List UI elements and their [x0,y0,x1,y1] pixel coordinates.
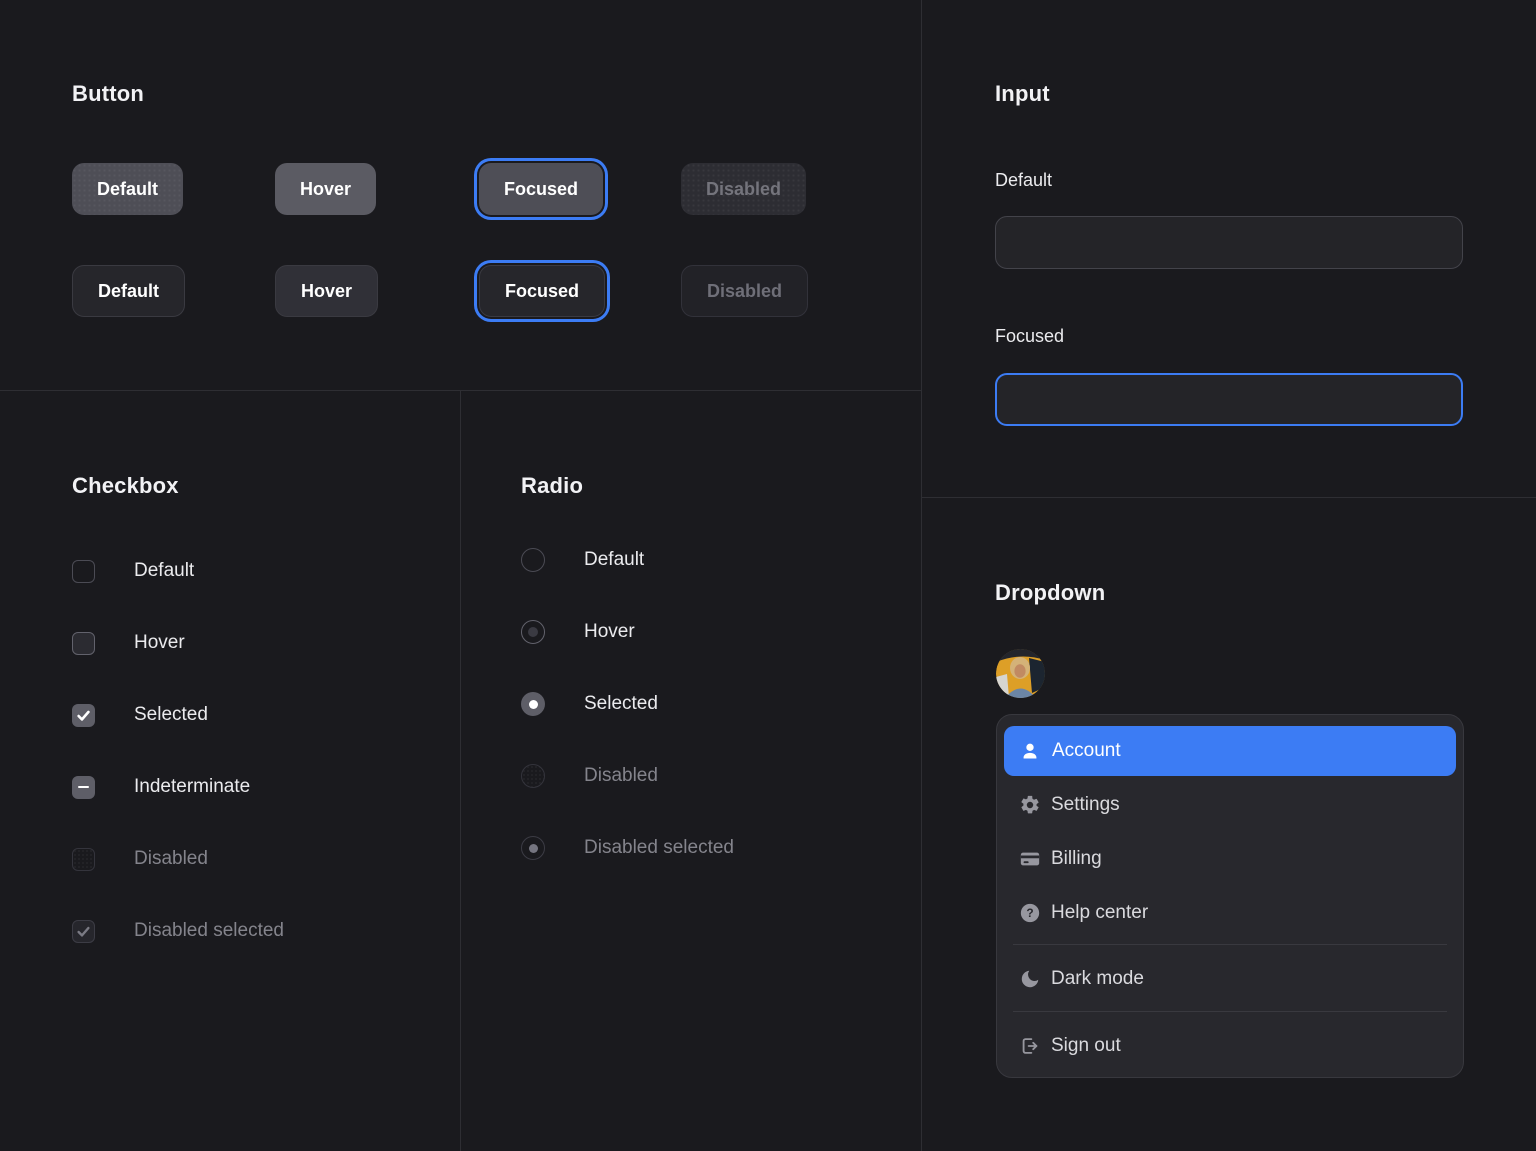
dropdown-section-title: Dropdown [995,580,1105,606]
button-secondary-hover[interactable]: Hover [275,265,378,317]
checkbox-label: Selected [134,704,208,726]
checkbox-disabled-selected [72,920,95,943]
radio-disabled-selected [521,836,545,860]
vertical-divider-checkbox-radio [460,390,461,1151]
input-default-label: Default [995,170,1052,191]
svg-text:?: ? [1026,906,1033,920]
menu-item-label: Dark mode [1051,968,1144,990]
menu-item-label: Billing [1051,848,1102,870]
button-primary-disabled: Disabled [681,163,806,215]
radio-label: Disabled [584,765,658,787]
menu-item-account[interactable]: Account [1004,726,1456,776]
radio-dot [528,627,538,637]
gear-icon [1019,794,1041,816]
user-icon [1019,740,1041,762]
button-secondary-focused[interactable]: Focused [479,265,605,317]
vertical-divider-main [921,0,922,1151]
radio-dot [529,700,538,709]
checkmark-icon [76,708,91,723]
radio-hover[interactable] [521,620,545,644]
radio-label: Default [584,549,644,571]
moon-icon [1019,968,1041,990]
radio-label: Selected [584,693,658,715]
text-input-default[interactable] [995,216,1463,269]
user-avatar[interactable] [996,649,1045,698]
radio-row-selected: Selected [521,691,658,717]
checkbox-row-hover: Hover [72,630,185,656]
credit-card-icon [1019,848,1041,870]
button-secondary-disabled: Disabled [681,265,808,317]
radio-selected[interactable] [521,692,545,716]
checkbox-label: Indeterminate [134,776,250,798]
checkbox-disabled [72,848,95,871]
input-focused-label: Focused [995,326,1064,347]
menu-divider [1013,1011,1447,1012]
radio-row-disabled: Disabled [521,763,658,789]
checkbox-row-disabled: Disabled [72,846,208,872]
radio-row-disabled-selected: Disabled selected [521,835,734,861]
button-section-title: Button [72,81,144,107]
input-section-title: Input [995,81,1050,107]
radio-section-title: Radio [521,473,583,499]
radio-disabled [521,764,545,788]
menu-item-dark-mode[interactable]: Dark mode [997,952,1463,1006]
checkmark-icon [76,924,91,939]
checkbox-row-disabled-selected: Disabled selected [72,918,284,944]
menu-item-label: Settings [1051,794,1120,816]
radio-default[interactable] [521,548,545,572]
text-input-focused[interactable] [995,373,1463,426]
menu-item-billing[interactable]: Billing [997,832,1463,886]
checkbox-row-selected: Selected [72,702,208,728]
radio-label: Hover [584,621,635,643]
avatar-image [996,649,1045,698]
button-primary-hover[interactable]: Hover [275,163,376,215]
menu-item-label: Help center [1051,902,1148,924]
menu-item-help-center[interactable]: ? Help center [997,886,1463,940]
button-primary-default[interactable]: Default [72,163,183,215]
sign-out-icon [1019,1035,1041,1057]
checkbox-label: Disabled selected [134,920,284,942]
button-primary-focused[interactable]: Focused [479,163,603,215]
checkbox-section-title: Checkbox [72,473,179,499]
radio-dot [529,844,538,853]
checkbox-row-default: Default [72,558,194,584]
checkbox-indeterminate[interactable] [72,776,95,799]
radio-label: Disabled selected [584,837,734,859]
radio-row-hover: Hover [521,619,635,645]
checkbox-hover[interactable] [72,632,95,655]
horizontal-divider-right [921,497,1536,498]
menu-item-label: Account [1052,740,1121,762]
indeterminate-dash-icon [78,786,89,789]
checkbox-label: Disabled [134,848,208,870]
button-secondary-default[interactable]: Default [72,265,185,317]
menu-item-label: Sign out [1051,1035,1121,1057]
menu-item-settings[interactable]: Settings [997,778,1463,832]
checkbox-row-indeterminate: Indeterminate [72,774,250,800]
menu-divider [1013,944,1447,945]
checkbox-label: Default [134,560,194,582]
dropdown-menu: Account Settings Billing ? Help center D… [996,714,1464,1078]
help-icon: ? [1019,902,1041,924]
menu-item-sign-out[interactable]: Sign out [997,1019,1463,1073]
component-showcase: { "colors": { "accent": "#3c7cf4", "page… [0,0,1536,1151]
checkbox-default[interactable] [72,560,95,583]
checkbox-selected[interactable] [72,704,95,727]
radio-row-default: Default [521,547,644,573]
checkbox-label: Hover [134,632,185,654]
